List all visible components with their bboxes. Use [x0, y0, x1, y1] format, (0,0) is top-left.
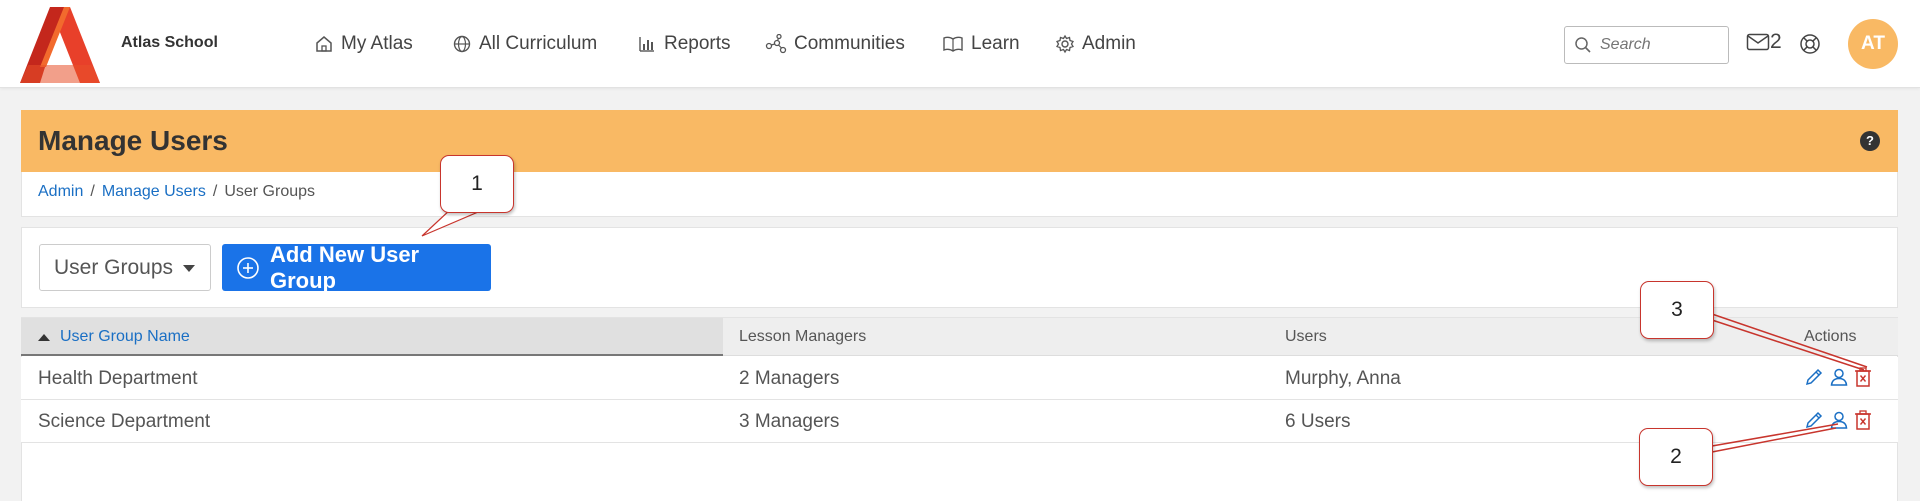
users-cell: 6 Users	[1285, 411, 1351, 432]
group-name-cell: Science Department	[38, 411, 211, 432]
column-header-users: Users	[1285, 328, 1327, 345]
globe-icon	[453, 35, 471, 53]
delete-trash-icon[interactable]	[1854, 367, 1872, 387]
column-header-actions: Actions	[1804, 328, 1857, 345]
nav-reports[interactable]: Reports	[637, 30, 731, 58]
callout-1: 1	[440, 155, 514, 213]
breadcrumb-user-groups: User Groups	[224, 183, 316, 200]
table-row: Science Department 3 Managers 6 Users	[21, 400, 1898, 443]
nav-communities[interactable]: Communities	[765, 30, 905, 58]
breadcrumb-manage-users[interactable]: Manage Users	[102, 183, 206, 201]
nav-label: Admin	[1082, 33, 1136, 54]
edit-pencil-icon[interactable]	[1804, 410, 1824, 430]
bar-chart-icon	[639, 37, 654, 52]
delete-trash-icon[interactable]	[1854, 410, 1872, 430]
home-icon	[316, 36, 332, 52]
table-row: Health Department 2 Managers Murphy, Ann…	[21, 357, 1898, 400]
breadcrumb-separator: /	[90, 183, 95, 200]
users-cell: Murphy, Anna	[1285, 368, 1401, 389]
chevron-down-icon	[183, 265, 195, 272]
page-header: Manage Users ?	[21, 110, 1898, 172]
lifebuoy-icon[interactable]	[1799, 33, 1821, 55]
add-button-label: Add New User Group	[269, 241, 420, 293]
nav-label: Learn	[971, 33, 1020, 54]
gear-icon	[1056, 34, 1074, 54]
managers-cell: 3 Managers	[739, 411, 840, 432]
user-icon[interactable]	[1829, 367, 1849, 387]
book-icon	[943, 36, 963, 52]
user-icon[interactable]	[1829, 410, 1849, 430]
callout-2: 2	[1639, 428, 1713, 486]
nav-all-curriculum[interactable]: All Curriculum	[452, 30, 597, 58]
user-avatar[interactable]: AT	[1848, 19, 1898, 69]
column-header-lesson-managers: Lesson Managers	[739, 328, 867, 345]
column-label: User Group Name	[60, 328, 190, 345]
add-new-user-group-button[interactable]: Add New User Group	[222, 241, 491, 293]
top-navigation: Atlas School My Atlas All Curriculum Rep…	[0, 0, 1920, 88]
managers-cell: 2 Managers	[739, 368, 840, 389]
group-name-cell: Health Department	[38, 368, 198, 389]
nav-admin[interactable]: Admin	[1055, 30, 1136, 58]
search-icon	[1575, 37, 1591, 53]
view-select-dropdown[interactable]: User Groups	[39, 244, 211, 291]
nav-label: Communities	[794, 33, 905, 54]
network-icon	[765, 34, 787, 54]
sort-ascending-icon	[38, 333, 50, 341]
plus-circle-icon	[237, 256, 259, 279]
nav-learn[interactable]: Learn	[942, 30, 1020, 58]
help-icon[interactable]: ?	[1860, 131, 1880, 151]
nav-label: Reports	[664, 33, 731, 54]
school-name: Atlas School	[121, 34, 218, 51]
search-box[interactable]	[1564, 26, 1729, 64]
breadcrumb-admin[interactable]: Admin	[38, 183, 83, 201]
atlas-logo[interactable]	[20, 7, 112, 83]
envelope-icon	[1746, 33, 1770, 51]
search-input[interactable]	[1600, 36, 1720, 54]
column-header-user-group-name[interactable]: User Group Name	[38, 328, 190, 346]
nav-label: My Atlas	[341, 33, 413, 54]
breadcrumb: Admin / Manage Users / User Groups	[38, 183, 315, 201]
view-select-value: User Groups	[54, 255, 174, 279]
page-title: Manage Users	[38, 125, 228, 156]
nav-label: All Curriculum	[479, 33, 598, 54]
table-header: User Group Name Lesson Managers Users Ac…	[21, 318, 1898, 356]
edit-pencil-icon[interactable]	[1804, 367, 1824, 387]
breadcrumb-separator: /	[212, 183, 218, 200]
messages-button[interactable]: 2	[1746, 30, 1782, 54]
nav-my-atlas[interactable]: My Atlas	[314, 30, 413, 58]
callout-3: 3	[1640, 281, 1714, 339]
message-count: 2	[1770, 30, 1782, 53]
